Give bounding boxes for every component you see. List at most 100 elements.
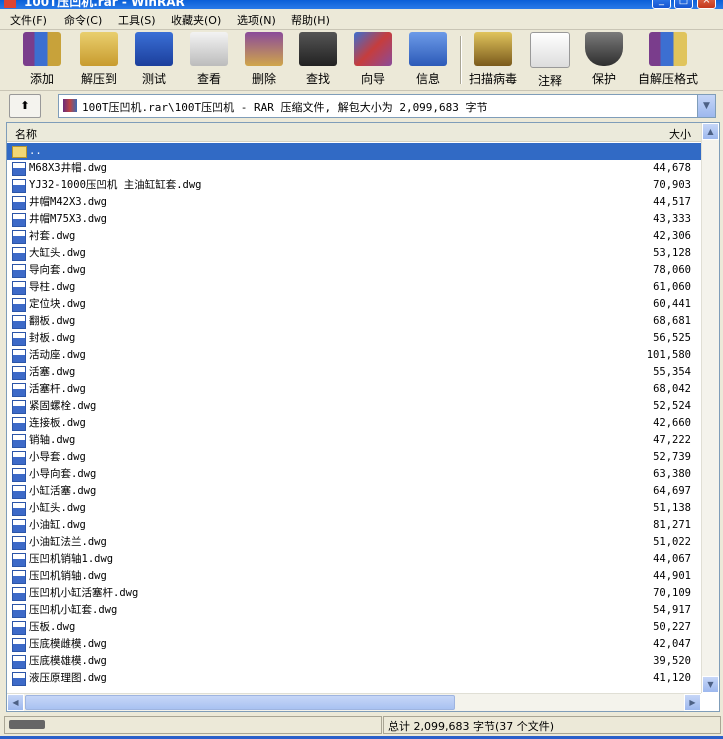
close-button[interactable]: × — [697, 0, 716, 9]
file-list[interactable]: 名称 大小 .. M68X3井帽.dwg 44,678 YJ32-1000压凹机 主… — [6, 122, 720, 712]
comment-button[interactable]: 注释 — [530, 32, 570, 89]
scan-virus-button[interactable]: 扫描病毒 — [466, 32, 520, 87]
file-size: 50,227 — [653, 621, 691, 633]
address-text: 100T压凹机.rar\100T压凹机 - RAR 压缩文件, 解包大小为 2,… — [82, 101, 488, 114]
status-right-panel: 总计 2,099,683 字节(37 个文件) — [383, 716, 721, 734]
file-row[interactable]: 导柱.dwg 61,060 — [7, 279, 701, 296]
dwg-file-icon — [12, 213, 26, 227]
extract-to-button[interactable]: 解压到 — [77, 32, 121, 87]
dwg-file-icon — [12, 621, 26, 635]
sfx-button[interactable]: 自解压格式 — [638, 32, 698, 87]
view-glasses-icon — [190, 32, 228, 66]
file-row[interactable]: YJ32-1000压凹机 主油缸缸套.dwg 70,903 — [7, 177, 701, 194]
info-button[interactable]: 信息 — [406, 32, 450, 87]
file-row[interactable]: 衬套.dwg 42,306 — [7, 228, 701, 245]
scroll-right-arrow-icon[interactable]: ▶ — [684, 694, 701, 711]
winrar-app-icon[interactable] — [4, 0, 16, 8]
dwg-file-icon — [12, 519, 26, 533]
info-icon — [409, 32, 447, 66]
address-field[interactable]: 100T压凹机.rar\100T压凹机 - RAR 压缩文件, 解包大小为 2,… — [58, 94, 716, 118]
file-name: 压底模雌模.dwg — [29, 638, 107, 650]
file-row[interactable]: 井帽M75X3.dwg 43,333 — [7, 211, 701, 228]
horizontal-scrollbar[interactable]: ◀ ▶ — [7, 693, 701, 711]
file-row[interactable]: 压底模雌模.dwg 42,047 — [7, 636, 701, 653]
file-row[interactable]: 压凹机小缸活塞杆.dwg 70,109 — [7, 585, 701, 602]
column-size-header[interactable]: 大小 — [669, 126, 691, 142]
file-size: 52,739 — [653, 451, 691, 463]
file-row[interactable]: 小缸头.dwg 51,138 — [7, 500, 701, 517]
maximize-button[interactable]: □ — [674, 0, 693, 9]
menu-file[interactable]: 文件(F) — [10, 12, 47, 28]
file-name: 连接板.dwg — [29, 417, 86, 429]
dwg-file-icon — [12, 570, 26, 584]
shield-icon — [585, 32, 623, 66]
dwg-file-icon — [12, 553, 26, 567]
file-row[interactable]: 压板.dwg 50,227 — [7, 619, 701, 636]
dwg-file-icon — [12, 451, 26, 465]
file-row[interactable]: 活塞.dwg 55,354 — [7, 364, 701, 381]
file-row[interactable]: 小油缸.dwg 81,271 — [7, 517, 701, 534]
file-size: 39,520 — [653, 655, 691, 667]
file-row[interactable]: 井帽M42X3.dwg 44,517 — [7, 194, 701, 211]
file-row[interactable]: 连接板.dwg 42,660 — [7, 415, 701, 432]
file-rows: .. M68X3井帽.dwg 44,678 YJ32-1000压凹机 主油缸缸套.d… — [7, 143, 701, 691]
scroll-down-arrow-icon[interactable]: ▼ — [702, 676, 719, 693]
list-header: 名称 大小 — [7, 123, 701, 142]
file-row[interactable]: 封板.dwg 56,525 — [7, 330, 701, 347]
scroll-left-arrow-icon[interactable]: ◀ — [7, 694, 24, 711]
protect-button[interactable]: 保护 — [584, 32, 624, 87]
file-size: 54,917 — [653, 604, 691, 616]
vertical-scrollbar[interactable]: ▲ ▼ — [701, 123, 719, 693]
file-row[interactable]: 压底模雄模.dwg 39,520 — [7, 653, 701, 670]
file-name: 销轴.dwg — [29, 434, 76, 446]
file-size: 47,222 — [653, 434, 691, 446]
file-name: M68X3井帽.dwg — [29, 162, 107, 174]
wizard-button[interactable]: 向导 — [351, 32, 395, 87]
menu-tools[interactable]: 工具(S) — [118, 12, 156, 28]
dwg-file-icon — [12, 468, 26, 482]
minimize-button[interactable]: _ — [652, 0, 671, 9]
menu-help[interactable]: 帮助(H) — [291, 12, 330, 28]
file-row[interactable]: 压凹机小缸套.dwg 54,917 — [7, 602, 701, 619]
file-row[interactable]: 翻板.dwg 68,681 — [7, 313, 701, 330]
file-name: 小导向套.dwg — [29, 468, 97, 480]
scroll-up-arrow-icon[interactable]: ▲ — [702, 123, 719, 140]
status-bar: 总计 2,099,683 字节(37 个文件) — [0, 714, 723, 736]
file-row[interactable]: 大缸头.dwg 53,128 — [7, 245, 701, 262]
file-row[interactable]: 压凹机销轴.dwg 44,901 — [7, 568, 701, 585]
file-row[interactable]: 液压原理图.dwg 41,120 — [7, 670, 701, 687]
test-check-icon — [135, 32, 173, 66]
chevron-down-icon[interactable]: ▼ — [697, 95, 715, 117]
up-folder-button[interactable]: ⬆ — [9, 94, 41, 118]
file-row[interactable]: 导向套.dwg 78,060 — [7, 262, 701, 279]
file-row[interactable]: 小油缸法兰.dwg 51,022 — [7, 534, 701, 551]
horizontal-scroll-thumb[interactable] — [25, 695, 455, 710]
column-name-header[interactable]: 名称 — [15, 126, 37, 142]
file-row[interactable]: 压凹机销轴1.dwg 44,067 — [7, 551, 701, 568]
add-button[interactable]: 添加 — [20, 32, 64, 87]
menu-favorites[interactable]: 收藏夹(O) — [171, 12, 221, 28]
add-archive-icon — [23, 32, 61, 66]
file-row[interactable]: 小导向套.dwg 63,380 — [7, 466, 701, 483]
dwg-file-icon — [12, 655, 26, 669]
file-row[interactable]: M68X3井帽.dwg 44,678 — [7, 160, 701, 177]
menu-command[interactable]: 命令(C) — [64, 12, 102, 28]
file-row[interactable]: 销轴.dwg 47,222 — [7, 432, 701, 449]
test-button[interactable]: 测试 — [132, 32, 176, 87]
file-row[interactable]: 紧固螺栓.dwg 52,524 — [7, 398, 701, 415]
file-row[interactable]: 小缸活塞.dwg 64,697 — [7, 483, 701, 500]
view-button[interactable]: 查看 — [187, 32, 231, 87]
parent-folder-row[interactable]: .. — [7, 143, 701, 160]
address-bar: ⬆ 100T压凹机.rar\100T压凹机 - RAR 压缩文件, 解包大小为 … — [0, 92, 723, 120]
delete-icon — [245, 32, 283, 66]
file-row[interactable]: 小导套.dwg 52,739 — [7, 449, 701, 466]
menu-options[interactable]: 选项(N) — [237, 12, 276, 28]
dwg-file-icon — [12, 417, 26, 431]
file-row[interactable]: 定位块.dwg 60,441 — [7, 296, 701, 313]
delete-button[interactable]: 删除 — [242, 32, 286, 87]
file-row[interactable]: 活动座.dwg 101,580 — [7, 347, 701, 364]
file-row[interactable]: 活塞杆.dwg 68,042 — [7, 381, 701, 398]
up-arrow-icon: ⬆ — [20, 99, 30, 112]
find-button[interactable]: 查找 — [296, 32, 340, 87]
file-name: 大缸头.dwg — [29, 247, 86, 259]
